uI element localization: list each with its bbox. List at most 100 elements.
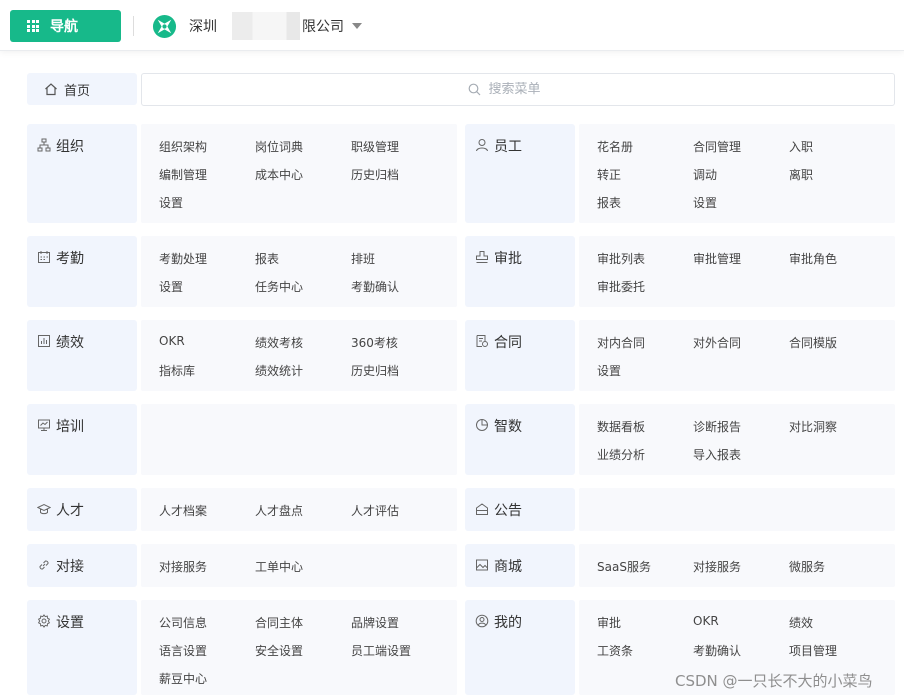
menu-item[interactable]: 离职: [789, 166, 813, 183]
home-label: 首页: [64, 83, 91, 99]
gear-icon: [37, 614, 51, 628]
menu-item[interactable]: 报表: [597, 194, 621, 211]
category-graduation-cap[interactable]: 人才: [27, 488, 137, 531]
menu-item[interactable]: 360考核: [351, 334, 398, 351]
menu-item[interactable]: 业绩分析: [597, 446, 645, 463]
menu-item[interactable]: 品牌设置: [351, 614, 399, 631]
menu-item[interactable]: 排班: [351, 250, 375, 267]
menu-item[interactable]: 考勤确认: [351, 278, 399, 295]
menu-item[interactable]: 数据看板: [597, 418, 645, 435]
nav-button[interactable]: 导航: [10, 10, 121, 42]
category-link[interactable]: 对接: [27, 544, 137, 587]
category-panel: [579, 236, 895, 307]
category-label: 组织: [56, 139, 84, 155]
category-label: 公告: [494, 503, 522, 519]
menu-item[interactable]: 成本中心: [255, 166, 303, 183]
category-label: 员工: [494, 139, 522, 155]
menu-item[interactable]: 审批委托: [597, 278, 645, 295]
category-stamp[interactable]: 审批: [465, 236, 575, 307]
menu-item[interactable]: 设置: [159, 194, 183, 211]
graduation-cap-icon: [37, 503, 51, 515]
menu-item[interactable]: 对外合同: [693, 334, 741, 351]
menu-item[interactable]: 审批列表: [597, 250, 645, 267]
menu-item[interactable]: 对内合同: [597, 334, 645, 351]
menu-item[interactable]: 审批: [597, 614, 621, 631]
category-pie-chart[interactable]: 智数: [465, 404, 575, 475]
profile-icon: [475, 614, 489, 628]
menu-item[interactable]: 调动: [693, 166, 717, 183]
category-panel: [579, 320, 895, 391]
menu-item[interactable]: 历史归档: [351, 362, 399, 379]
category-user[interactable]: 员工: [465, 124, 575, 223]
category-calendar[interactable]: 考勤: [27, 236, 137, 307]
menu-item[interactable]: 导入报表: [693, 446, 741, 463]
category-label: 考勤: [56, 251, 84, 267]
menu-item[interactable]: 对接服务: [693, 558, 741, 575]
menu-item[interactable]: 设置: [597, 362, 621, 379]
top-bar: 导航 深圳 限公司: [0, 0, 904, 51]
menu-item[interactable]: 工单中心: [255, 558, 303, 575]
menu-item[interactable]: 安全设置: [255, 642, 303, 659]
menu-item[interactable]: 编制管理: [159, 166, 207, 183]
company-switcher[interactable]: 深圳 限公司: [152, 12, 362, 40]
category-contract[interactable]: 合同: [465, 320, 575, 391]
link-icon: [39, 560, 49, 570]
menu-item[interactable]: 指标库: [159, 362, 195, 379]
menu-item[interactable]: 绩效: [789, 614, 813, 631]
menu-item[interactable]: 历史归档: [351, 166, 399, 183]
org-icon: [37, 138, 51, 152]
menu-item[interactable]: 考勤处理: [159, 250, 207, 267]
menu-item[interactable]: 审批角色: [789, 250, 837, 267]
menu-item[interactable]: 项目管理: [789, 642, 837, 659]
menu-item[interactable]: 岗位词典: [255, 138, 303, 155]
category-image[interactable]: 商城: [465, 544, 575, 587]
menu-item[interactable]: 报表: [255, 250, 279, 267]
menu-item[interactable]: 对接服务: [159, 558, 207, 575]
menu-item[interactable]: 审批管理: [693, 250, 741, 267]
menu-item[interactable]: 合同模版: [789, 334, 837, 351]
menu-item[interactable]: 公司信息: [159, 614, 207, 631]
menu-item[interactable]: 诊断报告: [693, 418, 741, 435]
menu-item[interactable]: SaaS服务: [597, 558, 651, 575]
menu-item[interactable]: 工资条: [597, 642, 633, 659]
menu-item[interactable]: 绩效统计: [255, 362, 303, 379]
contract-icon: [476, 335, 488, 347]
company-name-prefix: 深圳: [189, 19, 217, 35]
menu-item[interactable]: 合同管理: [693, 138, 741, 155]
menu-item[interactable]: OKR: [159, 334, 185, 348]
menu-item[interactable]: 薪豆中心: [159, 670, 207, 687]
category-org[interactable]: 组织: [27, 124, 137, 223]
menu-item[interactable]: OKR: [693, 614, 719, 628]
category-panel: [141, 404, 457, 475]
menu-item[interactable]: 职级管理: [351, 138, 399, 155]
menu-item[interactable]: 员工端设置: [351, 642, 411, 659]
search-input[interactable]: [488, 82, 569, 97]
nav-button-label: 导航: [50, 19, 78, 35]
menu-item[interactable]: 人才评估: [351, 502, 399, 519]
menu-item[interactable]: 合同主体: [255, 614, 303, 631]
menu-item[interactable]: 组织架构: [159, 138, 207, 155]
menu-item[interactable]: 微服务: [789, 558, 825, 575]
menu-search[interactable]: [141, 73, 895, 106]
menu-item[interactable]: 设置: [159, 278, 183, 295]
menu-item[interactable]: 入职: [789, 138, 813, 155]
category-label: 审批: [494, 251, 522, 267]
menu-item[interactable]: 设置: [693, 194, 717, 211]
menu-item[interactable]: 人才盘点: [255, 502, 303, 519]
home-button[interactable]: 首页: [27, 73, 137, 105]
menu-item[interactable]: 对比洞察: [789, 418, 837, 435]
search-icon: [468, 83, 480, 96]
menu-item[interactable]: 考勤确认: [693, 642, 741, 659]
category-gear[interactable]: 设置: [27, 600, 137, 695]
category-profile[interactable]: 我的: [465, 600, 575, 695]
menu-item[interactable]: 任务中心: [255, 278, 303, 295]
category-presentation[interactable]: 培训: [27, 404, 137, 475]
menu-item[interactable]: 语言设置: [159, 642, 207, 659]
category-bar-chart[interactable]: 绩效: [27, 320, 137, 391]
category-label: 人才: [56, 503, 84, 519]
menu-item[interactable]: 转正: [597, 166, 621, 183]
menu-item[interactable]: 花名册: [597, 138, 633, 155]
menu-item[interactable]: 人才档案: [159, 502, 207, 519]
menu-item[interactable]: 绩效考核: [255, 334, 303, 351]
category-announcement[interactable]: 公告: [465, 488, 575, 531]
